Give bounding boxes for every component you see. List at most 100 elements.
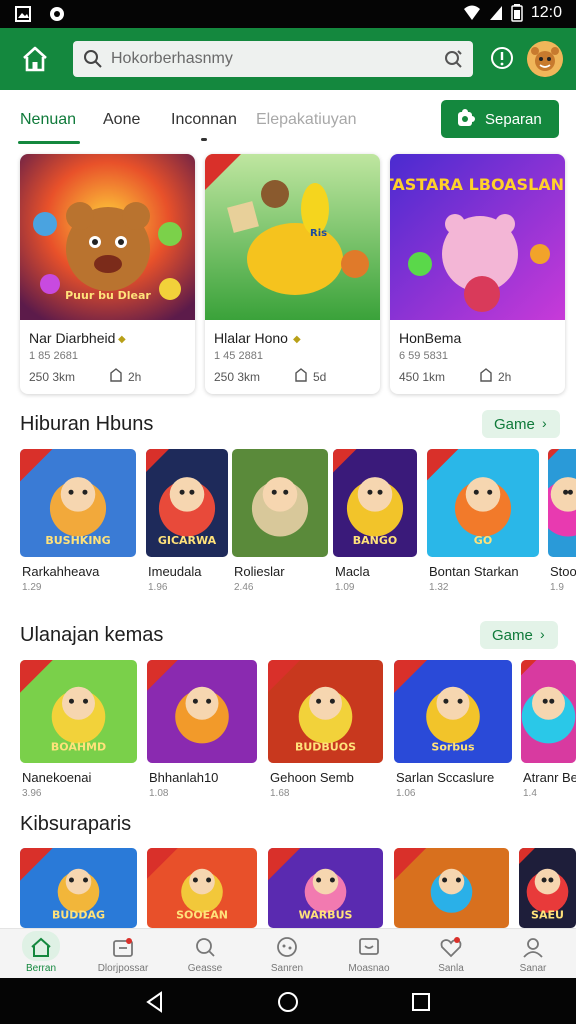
- card-subtitle: 1 45 2881: [214, 350, 263, 362]
- card-meta: 250 3km: [29, 370, 76, 384]
- section-game-button[interactable]: Game ›: [482, 410, 560, 438]
- tab-inconnan[interactable]: Inconnan: [171, 111, 237, 129]
- verified-badge-icon: ◆: [118, 334, 126, 345]
- game-tile[interactable]: Atranr Be 1.4: [521, 660, 576, 803]
- game-tile[interactable]: Sorbus Sarlan Sccaslure 1.06: [394, 660, 512, 803]
- bottom-nav-label: Berran: [25, 963, 56, 974]
- notification-icon[interactable]: [489, 45, 515, 71]
- game-tile[interactable]: GICARWA Imeudala 1.96: [146, 449, 228, 597]
- section-title: Hiburan Hbuns: [20, 413, 154, 435]
- search-icon: [192, 935, 218, 959]
- gift-icon: [110, 935, 136, 959]
- chat-bubble-icon: [50, 7, 64, 21]
- avatar[interactable]: [527, 41, 563, 77]
- game-tile-artwork: SOOEAN: [147, 848, 257, 928]
- game-tile[interactable]: BOAHMD Nanekoenai 3.96: [20, 660, 137, 803]
- bottom-nav-label: Sanren: [270, 963, 304, 974]
- game-tile-title: Macla: [335, 564, 370, 579]
- tab-aone[interactable]: Aone: [103, 111, 140, 129]
- game-artwork: SAEU: [519, 848, 576, 928]
- artwork-title: GICARWA: [158, 534, 217, 547]
- game-artwork: [548, 449, 576, 557]
- game-tile[interactable]: WARBUS: [268, 848, 383, 928]
- game-tile-artwork: BANGO: [333, 449, 417, 557]
- artwork-title: GO: [474, 534, 492, 547]
- bottom-nav-item[interactable]: Dlorjpossar: [82, 929, 164, 979]
- game-tile-artwork: BUDDAG: [20, 848, 137, 928]
- featured-card[interactable]: TASTARA LBOASLAN! HonBema 6 59 5831 450 …: [390, 154, 565, 394]
- battery-icon: [511, 4, 523, 22]
- card-subtitle: 6 59 5831: [399, 350, 448, 362]
- tab-dot: [201, 138, 207, 141]
- game-tile-rating: 1.29: [22, 582, 42, 593]
- game-tile[interactable]: SAEU: [519, 848, 576, 928]
- puzzle-icon: [458, 109, 475, 126]
- bottom-nav-item[interactable]: Sanar: [492, 929, 574, 979]
- tab-elepakatiuyan[interactable]: Elepakatiuyan: [256, 111, 357, 129]
- bottom-nav-item[interactable]: Sanla: [410, 929, 492, 979]
- game-tile-title: Gehoon Semb: [270, 770, 354, 785]
- back-icon[interactable]: [143, 990, 167, 1014]
- artwork-title: BUDBUOS: [295, 741, 356, 754]
- bottom-navigation: Berran Dlorjpossar Geasse Sanren Moasnao Sanl…: [0, 928, 576, 978]
- game-tile[interactable]: Stoo 1.9: [548, 449, 576, 597]
- artwork-title: TASTARA LBOASLAN!: [390, 175, 565, 194]
- home-icon: [28, 935, 54, 959]
- game-button-label: Game: [492, 627, 533, 644]
- avatar-face-icon: [527, 41, 563, 77]
- card-title: Nar Diarbheid: [29, 330, 116, 346]
- game-tile-artwork: BUDBUOS: [268, 660, 383, 763]
- download-icon: [480, 368, 492, 382]
- game-tile-artwork: [394, 848, 509, 928]
- bottom-nav-item[interactable]: Berran: [0, 929, 82, 979]
- game-tile[interactable]: BANGO Macla 1.09: [333, 449, 417, 597]
- recents-icon[interactable]: [409, 990, 433, 1014]
- game-tile-artwork: BOAHMD: [20, 660, 137, 763]
- artwork-title: BANGO: [353, 534, 397, 547]
- game-tile[interactable]: BUDDAG: [20, 848, 137, 928]
- card-count: 5d: [313, 370, 327, 384]
- bottom-nav-item[interactable]: Sanren: [246, 929, 328, 979]
- artwork-title: BUSHKING: [45, 534, 110, 547]
- home-circle-icon[interactable]: [276, 990, 300, 1014]
- game-tile[interactable]: GO Bontan Starkan 1.32: [427, 449, 539, 597]
- bottom-nav-label: Dlorjpossar: [97, 963, 149, 974]
- game-tile[interactable]: Rolieslar 2.46: [232, 449, 328, 597]
- chevron-right-icon: ›: [540, 626, 545, 642]
- game-tile-rating: 2.46: [234, 582, 254, 593]
- separan-button-label: Separan: [485, 111, 542, 128]
- game-artwork: BUDBUOS: [268, 660, 383, 763]
- section-title: Kibsuraparis: [20, 813, 132, 835]
- signal-icon: [489, 6, 502, 20]
- game-tile-title: Bontan Starkan: [429, 564, 519, 579]
- separan-button[interactable]: Separan: [441, 100, 559, 138]
- tab-nenuan[interactable]: Nenuan: [20, 111, 76, 129]
- bottom-nav-label: Sanla: [438, 963, 464, 974]
- card-count: 2h: [128, 370, 142, 384]
- artwork-title: SOOEAN: [176, 908, 228, 921]
- game-tile-title: Atranr Be: [523, 770, 576, 785]
- game-tile-artwork: WARBUS: [268, 848, 383, 928]
- download-icon: [110, 368, 122, 382]
- featured-card[interactable]: Ris Hlalar Hono ◆ 1 45 2881 250 3km 5d: [205, 154, 380, 394]
- game-artwork: GICARWA: [146, 449, 228, 557]
- voice-search-icon[interactable]: [443, 49, 463, 69]
- home-icon[interactable]: [20, 44, 50, 74]
- active-tab-indicator: [18, 141, 80, 144]
- featured-card[interactable]: Puur bu Dlear Nar Diarbheid ◆ 1 85 2681 …: [20, 154, 195, 394]
- game-tile[interactable]: Bhhanlah10 1.08: [147, 660, 257, 803]
- bottom-nav-item[interactable]: Moasnao: [328, 929, 410, 979]
- card-meta: 450 1km: [399, 370, 446, 384]
- bottom-nav-item[interactable]: Geasse: [164, 929, 246, 979]
- game-tile[interactable]: [394, 848, 509, 928]
- search-input[interactable]: Hokorberhasnmy: [111, 50, 233, 68]
- game-tile-title: Sarlan Sccaslure: [396, 770, 495, 785]
- section-game-button[interactable]: Game ›: [480, 621, 558, 649]
- game-tile-artwork: BUSHKING: [20, 449, 136, 557]
- card-title: Hlalar Hono: [214, 330, 288, 346]
- game-tile-rating: 1.96: [148, 582, 168, 593]
- game-tile[interactable]: BUDBUOS Gehoon Semb 1.68: [268, 660, 383, 803]
- game-tile[interactable]: BUSHKING Rarkahheava 1.29: [20, 449, 136, 597]
- game-tile[interactable]: SOOEAN: [147, 848, 257, 928]
- search-bar[interactable]: Hokorberhasnmy: [73, 41, 473, 77]
